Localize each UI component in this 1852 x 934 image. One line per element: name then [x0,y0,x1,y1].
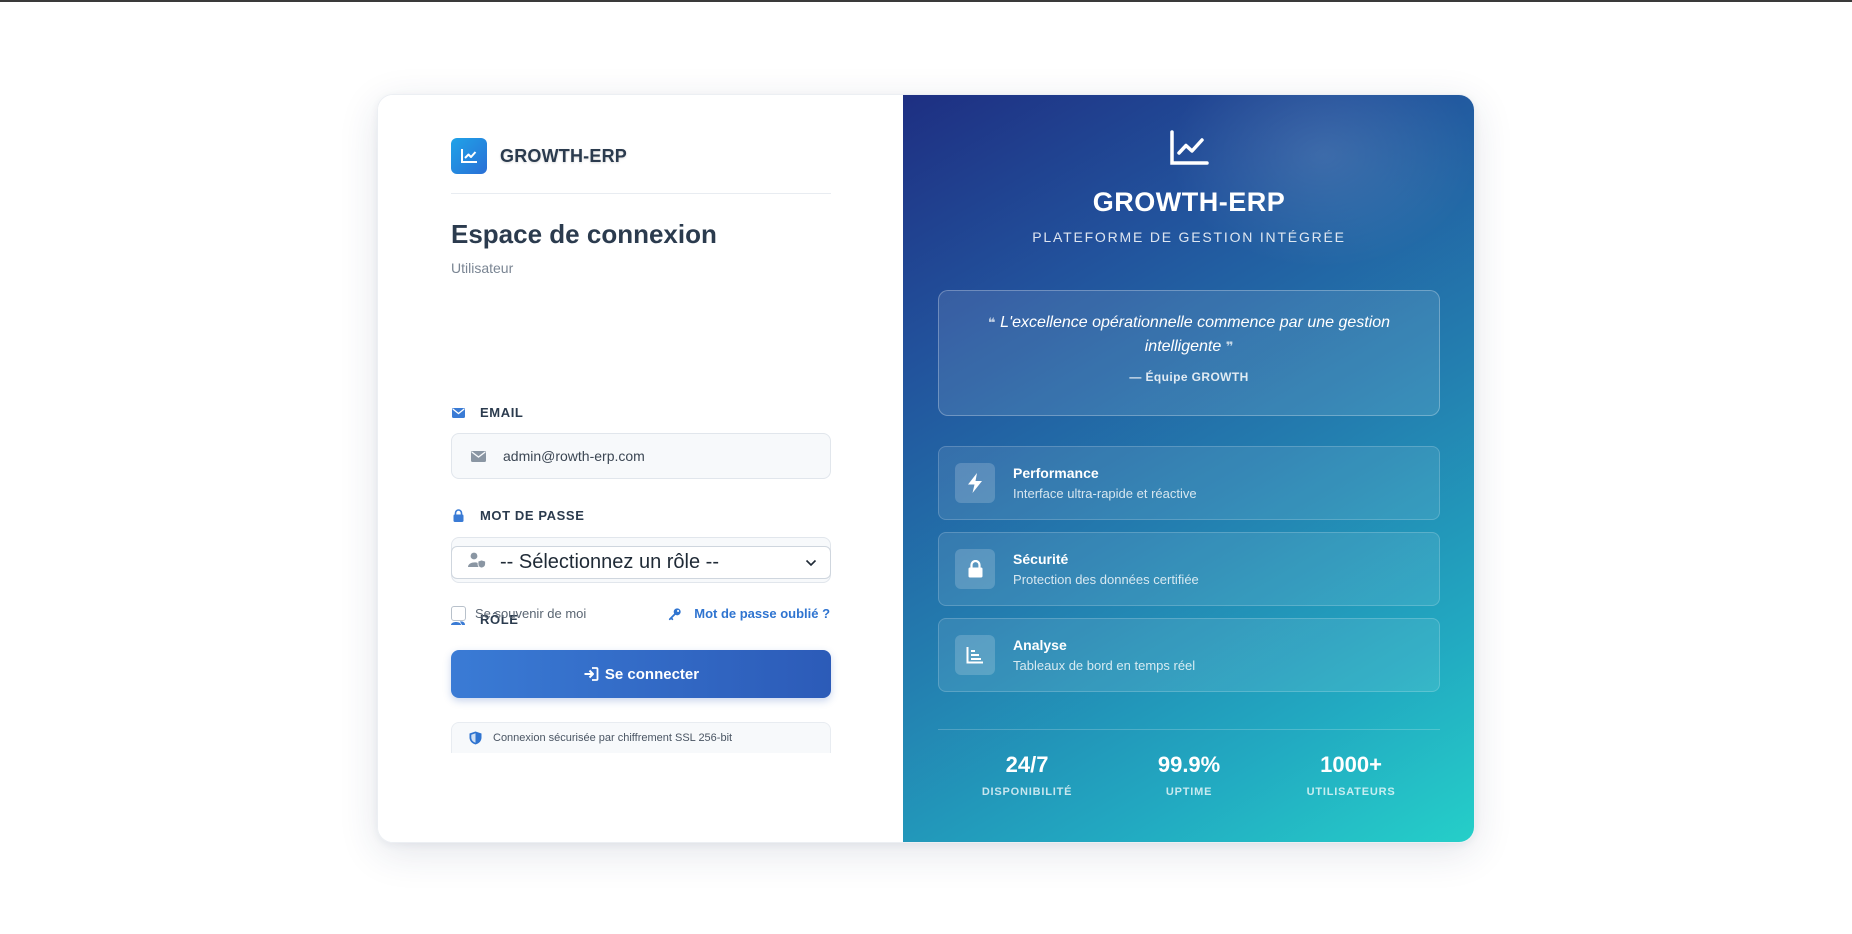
stat-value: 1000+ [1320,752,1382,777]
stat-label: DISPONIBILITÉ [981,786,1073,798]
stat-value: 24/7 [1005,752,1049,777]
login-panel: GROWTH-ERP Espace de connexion Utilisate… [378,95,904,842]
page-subtitle: Utilisateur [451,260,514,276]
feature-desc: Protection des données certifiée [1013,572,1199,587]
stats-divider [938,729,1441,730]
stat-value: 99.9% [1157,752,1221,777]
brand: GROWTH-ERP [451,138,627,174]
login-card: GROWTH-ERP Espace de connexion Utilisate… [377,94,1475,843]
sign-in-icon [583,666,599,682]
divider [451,193,831,194]
feature-desc: Interface ultra-rapide et réactive [1013,486,1197,501]
key-icon [668,607,682,621]
email-value: admin@rowth-erp.com [503,448,645,464]
feature-analysis: Analyse Tableaux de bord en temps réel [938,618,1441,692]
envelope-icon [469,447,487,465]
feature-performance: Performance Interface ultra-rapide et ré… [938,446,1441,520]
email-field[interactable]: admin@rowth-erp.com [451,433,831,479]
quote-box: ❝ L'excellence opérationnelle commence p… [938,290,1441,416]
bar-chart-icon [955,635,996,675]
quote-author: — Équipe GROWTH [1129,370,1249,384]
shield-icon [469,731,483,745]
role-selected-value: -- Sélectionnez un rôle -- [500,551,719,573]
lock-icon [451,509,465,523]
chevron-down-icon [804,556,818,570]
lock-icon [955,549,996,589]
quote-open-icon: ❝ [988,315,996,330]
hero-subtitle: PLATEFORME DE GESTION INTÉGRÉE [1032,229,1346,245]
brand-name: GROWTH-ERP [500,145,627,166]
feature-title: Analyse [1013,637,1067,653]
remember-me[interactable]: Se souvenir de moi [451,606,586,621]
email-label: EMAIL [451,405,523,420]
feature-desc: Tableaux de bord en temps réel [1013,658,1196,673]
stat-label: UPTIME [1165,786,1213,798]
quote-text: ❝ L'excellence opérationnelle commence p… [988,314,1391,355]
quote-close-icon: ❞ [1225,339,1234,354]
secure-notice: Connexion sécurisée par chiffrement SSL … [451,722,831,753]
feature-security: Sécurité Protection des données certifié… [938,532,1441,606]
login-button[interactable]: Se connecter [451,650,831,698]
page-title: Espace de connexion [451,219,717,249]
remember-checkbox[interactable] [451,606,466,621]
chart-line-icon [1169,130,1209,166]
forgot-password-link[interactable]: Mot de passe oublié ? [668,606,830,621]
hero-panel: GROWTH-ERP PLATEFORME DE GESTION INTÉGRÉ… [903,95,1474,842]
chart-line-icon [451,138,487,174]
bolt-icon [955,463,996,503]
stat-uptime: 99.9% UPTIME [1109,752,1269,798]
stat-label: UTILISATEURS [1306,786,1396,798]
role-select[interactable]: -- Sélectionnez un rôle -- [451,546,831,579]
hero-title: GROWTH-ERP [1092,187,1286,217]
feature-title: Performance [1013,465,1099,481]
stat-availability: 24/7 DISPONIBILITÉ [947,752,1107,798]
top-border [0,0,1852,2]
envelope-icon [451,406,465,420]
user-shield-icon [468,552,486,573]
stat-users: 1000+ UTILISATEURS [1271,752,1431,798]
password-label: MOT DE PASSE [451,508,584,523]
feature-title: Sécurité [1013,551,1069,567]
